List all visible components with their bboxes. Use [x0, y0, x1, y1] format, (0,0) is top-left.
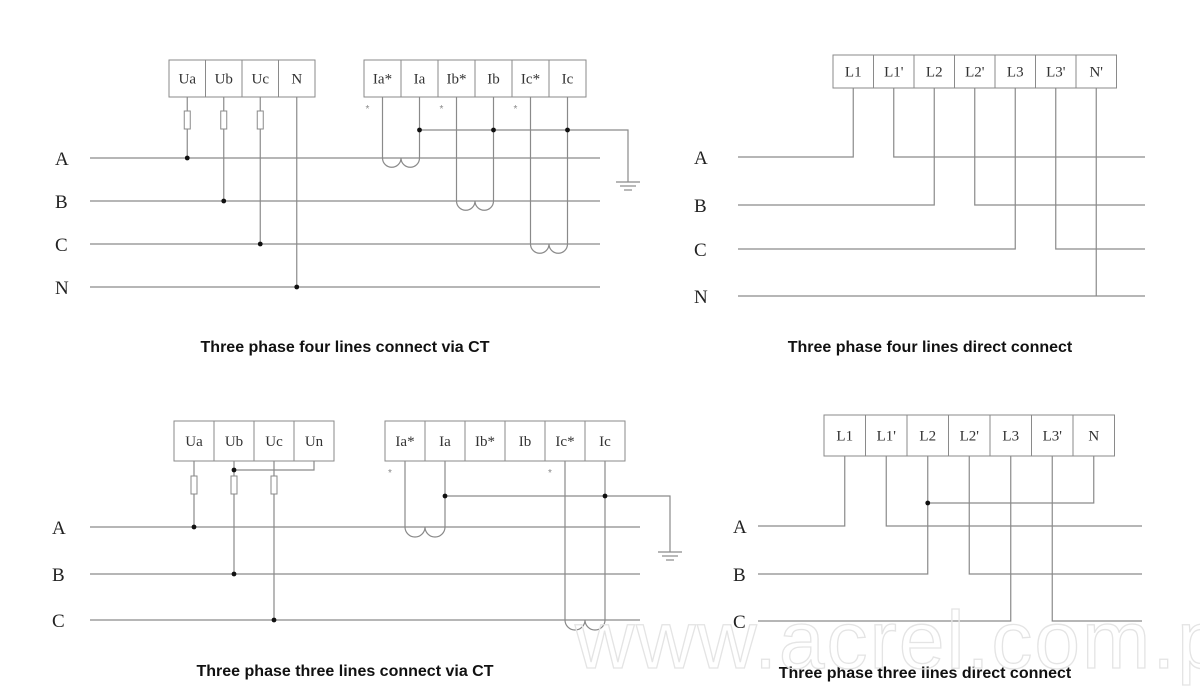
- junction-dot: [417, 127, 422, 133]
- terminal-label: L1': [884, 65, 904, 81]
- junction-dot: [271, 617, 277, 623]
- fuse-icon: [230, 475, 238, 495]
- wire: [893, 88, 1145, 158]
- terminal-label: Ib*: [447, 72, 467, 88]
- terminal-label: Un: [305, 434, 324, 450]
- phase-label: B: [694, 196, 707, 217]
- wire: [885, 456, 1142, 527]
- current-transformer-icon: [404, 519, 446, 538]
- junction-dot: [565, 127, 570, 133]
- voltage-terminal-block: Ua Ub Uc Un: [173, 420, 335, 462]
- phase-label: C: [52, 611, 65, 632]
- current-transformer-icon: [455, 193, 495, 211]
- terminal-label: Ic*: [521, 72, 540, 88]
- phase-label: A: [694, 148, 708, 169]
- phase-label: B: [52, 565, 65, 586]
- phase-label: B: [55, 192, 68, 213]
- wire: [738, 88, 1016, 250]
- terminal-label: L1: [836, 429, 853, 445]
- terminal-label: Ic: [599, 434, 611, 450]
- current-terminal-block: Ia* Ia Ib* Ib Ic* Ic: [363, 59, 587, 98]
- polarity-mark: *: [388, 468, 392, 479]
- polarity-mark: *: [366, 104, 370, 115]
- polarity-mark: *: [440, 104, 444, 115]
- current-transformer-icon: [529, 236, 569, 254]
- terminal-label: N: [1088, 429, 1099, 445]
- terminal-label: Ub: [225, 434, 243, 450]
- terminal-label: Uc: [252, 72, 270, 88]
- terminal-label: L2': [965, 65, 985, 81]
- phase-label: C: [55, 235, 68, 256]
- diagram-caption: Three phase four lines connect via CT: [201, 339, 490, 356]
- ground-wire: [419, 129, 629, 182]
- terminal-label: L2: [919, 429, 936, 445]
- polarity-mark: *: [548, 468, 552, 479]
- junction-dot: [231, 467, 237, 473]
- terminal-label: Ib: [487, 72, 500, 88]
- junction-dot: [602, 493, 608, 499]
- terminal-label: Ib*: [475, 434, 495, 450]
- wiring-diagrams: Ua Ub Uc N Ia* Ia Ib* Ib Ic* Ic L1 L1' L2 L2' L3 L3' N'U…: [52, 54, 1200, 687]
- wire: [738, 88, 935, 206]
- wire: [974, 88, 1145, 206]
- terminal-block: L1 L1' L2 L2' L3 L3' N: [823, 414, 1115, 457]
- terminal-label: N: [291, 72, 302, 88]
- terminal-label: Ic*: [555, 434, 574, 450]
- terminal-label: Ib: [519, 434, 532, 450]
- terminal-label: L1: [845, 65, 862, 81]
- terminal-label: Ia: [414, 72, 426, 88]
- watermark-text: www.acrel.com.pk: [574, 595, 1200, 686]
- junction-dot: [231, 571, 237, 577]
- phase-label: N: [55, 278, 69, 299]
- phase-label: A: [55, 149, 69, 170]
- terminal-label: L3: [1002, 429, 1019, 445]
- terminal-label: Ia*: [395, 434, 414, 450]
- wire: [758, 456, 846, 527]
- terminal-label: Ua: [185, 434, 203, 450]
- diagram-caption: Three phase four lines direct connect: [788, 339, 1073, 356]
- terminal-label: N': [1089, 65, 1103, 81]
- terminal-label: L3: [1007, 65, 1024, 81]
- fuse-icon: [183, 110, 191, 130]
- voltage-terminal-block: Ua Ub Uc N: [168, 59, 316, 98]
- phase-label: A: [52, 518, 66, 539]
- fuse-icon: [256, 110, 264, 130]
- ground-wire: [445, 495, 671, 552]
- fuse-icon: [220, 110, 228, 130]
- junction-dot: [442, 493, 448, 499]
- terminal-label: L2': [960, 429, 980, 445]
- wire: [1055, 88, 1145, 250]
- phase-label: C: [694, 240, 707, 261]
- diagram-caption: Three phase three lines connect via CT: [197, 663, 494, 680]
- fuse-icon: [270, 475, 278, 495]
- wire: [758, 456, 929, 575]
- terminal-label: L3': [1043, 429, 1063, 445]
- terminal-label: L2: [926, 65, 943, 81]
- terminal-label: Uc: [265, 434, 283, 450]
- fuse-icon: [190, 475, 198, 495]
- wire: [738, 88, 854, 158]
- junction-dot: [221, 198, 227, 204]
- terminal-label: Ic: [562, 72, 574, 88]
- polarity-mark: *: [514, 104, 518, 115]
- wire: [968, 456, 1142, 575]
- terminal-label: L3': [1046, 65, 1066, 81]
- junction-dot: [191, 524, 197, 530]
- terminal-block: L1 L1' L2 L2' L3 L3' N': [832, 54, 1117, 89]
- terminal-label: Ia*: [373, 72, 392, 88]
- current-transformer-icon: [381, 150, 421, 168]
- junction-dot: [491, 127, 496, 133]
- junction-dot: [257, 241, 263, 247]
- junction-dot: [184, 155, 190, 161]
- phase-label: N: [694, 287, 708, 308]
- junction-dot: [925, 500, 931, 506]
- current-terminal-block: Ia* Ia Ib* Ib Ic* Ic: [384, 420, 626, 462]
- terminal-label: Ub: [215, 72, 233, 88]
- phase-label: A: [733, 517, 747, 538]
- phase-label: B: [733, 565, 746, 586]
- terminal-label: Ia: [439, 434, 451, 450]
- terminal-label: L1': [877, 429, 897, 445]
- terminal-label: Ua: [179, 72, 197, 88]
- junction-dot: [294, 284, 300, 290]
